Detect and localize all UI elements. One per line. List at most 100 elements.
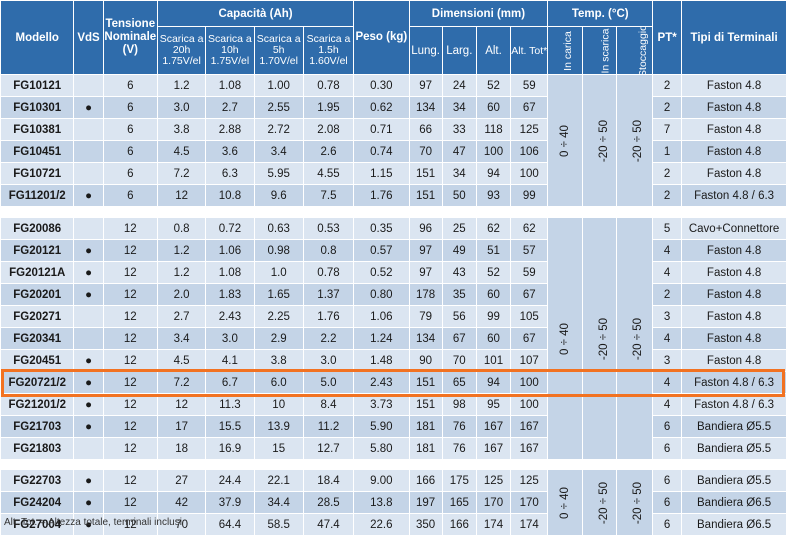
scarica-1-5h-cell: 0.8 [302, 239, 355, 262]
model-cell: FG20121 [0, 239, 75, 262]
terminali-cell: Bandiera Ø6.5 [681, 513, 787, 536]
temp-in-scarica-cell: -20 ÷ 50 [581, 469, 617, 536]
header-modello: Modello [0, 0, 75, 75]
alt-cell: 51 [475, 239, 512, 262]
temp-in-carica-cell: 0 ÷ 40 [547, 74, 583, 207]
header-tensione: Tensione Nominale (V) [102, 0, 158, 75]
table-row: FG20341 12 3.4 3.0 2.9 2.2 1.24 134 67 60 67 4 Fasto… [0, 327, 787, 350]
temp-range-text: -20 ÷ 50 [597, 317, 610, 360]
alt-tot-cell: 105 [510, 305, 549, 328]
model-cell: FG21703 [0, 415, 75, 438]
pt-cell: 3 [652, 349, 683, 372]
terminali-cell: Cavo+Connettore [681, 217, 787, 240]
peso-cell: 22.6 [353, 513, 410, 536]
alt-cell: 167 [475, 415, 512, 438]
alt-cell: 60 [475, 327, 512, 350]
vds-cell: ● [73, 415, 104, 438]
header-lung: Lung. [408, 26, 443, 75]
terminali-cell: Faston 4.8 / 6.3 [681, 393, 787, 416]
header-scarica-5h: Scarica a 5h 1.70V/el [253, 26, 304, 75]
pt-cell: 2 [652, 283, 683, 306]
alt-tot-cell: 99 [510, 184, 549, 207]
alt-tot-cell: 167 [510, 437, 549, 460]
larg-cell: 50 [441, 184, 477, 207]
scarica-20h-cell: 27 [156, 469, 207, 492]
alt-tot-cell: 167 [510, 415, 549, 438]
terminali-cell: Faston 4.8 [681, 74, 787, 97]
header-capacita: Capacità (Ah) [156, 0, 355, 27]
lung-cell: 66 [408, 118, 443, 141]
scarica-10h-cell: 4.1 [205, 349, 255, 372]
larg-cell: 76 [441, 415, 477, 438]
peso-cell: 0.57 [353, 239, 410, 262]
scarica-5h-cell: 1.00 [253, 74, 304, 97]
table-row: FG20121A ● 12 1.2 1.08 1.0 0.78 0.52 97 43 52 59 4 Fa… [0, 261, 787, 284]
temp-in-scarica-cell: -20 ÷ 50 [581, 74, 617, 207]
pt-cell: 4 [652, 261, 683, 284]
table-row: FG20451 ● 12 4.5 4.1 3.8 3.0 1.48 90 70 101 107 3 Fas… [0, 349, 787, 372]
temp-range-text: -20 ÷ 50 [597, 481, 610, 524]
temp-range-text: 0 ÷ 40 [558, 486, 571, 519]
larg-cell: 34 [441, 162, 477, 185]
scarica-20h-cell: 0.8 [156, 217, 207, 240]
pt-cell: 5 [652, 217, 683, 240]
larg-cell: 98 [441, 393, 477, 416]
peso-cell: 3.73 [353, 393, 410, 416]
lung-cell: 151 [408, 393, 443, 416]
model-cell: FG20271 [0, 305, 75, 328]
scarica-5h-cell: 10 [253, 393, 304, 416]
header-pt: PT* [652, 0, 683, 75]
scarica-20h-cell: 3.8 [156, 118, 207, 141]
group-spacer-cell [0, 206, 787, 218]
pt-cell: 6 [652, 415, 683, 438]
table-row: FG24204 ● 12 42 37.9 34.4 28.5 13.8 197 165 170 170… [0, 491, 787, 514]
lung-cell: 134 [408, 96, 443, 119]
table-row: FG20271 12 2.7 2.43 2.25 1.76 1.06 79 56 99 105 3 Fa… [0, 305, 787, 328]
alt-cell: 60 [475, 96, 512, 119]
model-cell: FG11201/2 [0, 184, 75, 207]
scarica-5h-cell: 5.95 [253, 162, 304, 185]
pt-cell: 3 [652, 305, 683, 328]
table-row: FG10721 6 7.2 6.3 5.95 4.55 1.15 151 34 94 100 2 Fas… [0, 162, 787, 185]
scarica-10h-cell: 3.0 [205, 327, 255, 350]
peso-cell: 5.80 [353, 437, 410, 460]
larg-cell: 24 [441, 74, 477, 97]
temp-range-text: -20 ÷ 50 [631, 317, 644, 360]
scarica-20h-cell: 3.4 [156, 327, 207, 350]
alt-cell: 94 [475, 371, 512, 394]
model-cell: FG20451 [0, 349, 75, 372]
table-row: FG10121 6 1.2 1.08 1.00 0.78 0.30 97 24 52 59 0 ÷ 4… [0, 74, 787, 207]
pt-cell: 4 [652, 371, 683, 394]
scarica-1-5h-cell: 1.95 [302, 96, 355, 119]
alt-tot-cell: 59 [510, 74, 549, 97]
header-in-scarica: In scarica [581, 26, 617, 75]
scarica-5h-cell: 22.1 [253, 469, 304, 492]
alt-tot-cell: 67 [510, 283, 549, 306]
temp-stoccaggio-cell: -20 ÷ 50 [615, 74, 654, 207]
alt-cell: 118 [475, 118, 512, 141]
footnote: Alt. Tot. = Altezza totale, terminali in… [4, 517, 182, 528]
header-scarica-10h: Scarica a 10h 1.75V/el [205, 26, 255, 75]
lung-cell: 350 [408, 513, 443, 536]
alt-cell: 52 [475, 261, 512, 284]
tensione-cell: 12 [102, 327, 158, 350]
lung-cell: 181 [408, 437, 443, 460]
model-cell: FG22703 [0, 469, 75, 492]
larg-cell: 65 [441, 371, 477, 394]
scarica-10h-cell: 11.3 [205, 393, 255, 416]
scarica-5h-cell: 6.0 [253, 371, 304, 394]
tensione-cell: 12 [102, 393, 158, 416]
peso-cell: 13.8 [353, 491, 410, 514]
table-row: FG21803 12 18 16.9 15 12.7 5.80 181 76 167 167 6 Ban… [0, 437, 787, 460]
tensione-cell: 12 [102, 371, 158, 394]
header-larg: Larg. [441, 26, 477, 75]
vds-cell [73, 217, 104, 240]
vds-cell: ● [73, 491, 104, 514]
terminali-cell: Bandiera Ø5.5 [681, 415, 787, 438]
peso-cell: 0.30 [353, 74, 410, 97]
pt-cell: 1 [652, 140, 683, 163]
larg-cell: 56 [441, 305, 477, 328]
scarica-20h-cell: 1.2 [156, 261, 207, 284]
header-terminali: Tipi di Terminali [681, 0, 787, 75]
temp-range-text: 0 ÷ 40 [558, 124, 571, 157]
